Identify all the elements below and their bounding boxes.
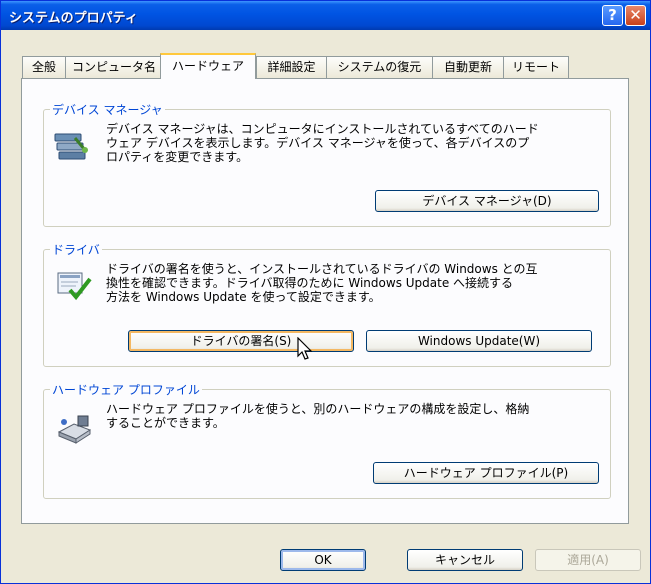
- close-icon[interactable]: ✕: [625, 5, 646, 26]
- tab-automatic-updates[interactable]: 自動更新: [432, 56, 504, 78]
- tab-hardware[interactable]: ハードウェア: [160, 53, 256, 79]
- tab-remote[interactable]: リモート: [503, 56, 569, 78]
- device-manager-group-title: デバイス マネージャ: [50, 101, 165, 118]
- windows-update-button[interactable]: Windows Update(W): [366, 330, 592, 352]
- hardware-profiles-description: ハードウェア プロファイルを使うと、別のハードウェアの構成を設定し、格納 するこ…: [106, 402, 530, 430]
- title-bar[interactable]: システムのプロパティ ? ✕: [1, 1, 650, 30]
- tab-advanced[interactable]: 詳細設定: [256, 56, 327, 78]
- driver-check-icon: [56, 270, 92, 302]
- driver-signing-button[interactable]: ドライバの署名(S): [128, 330, 354, 352]
- ok-button[interactable]: OK: [280, 549, 366, 571]
- device-manager-description: デバイス マネージャは、コンピュータにインストールされているすべてのハード ウェ…: [106, 122, 539, 164]
- tab-general[interactable]: 全般: [22, 56, 66, 78]
- hardware-profile-icon: [56, 412, 92, 444]
- hardware-tab-panel: デバイス マネージャ デバイス マネージャは、コンピュータにインストールされてい…: [21, 78, 629, 524]
- device-manager-icon: [53, 130, 89, 162]
- tab-computer-name[interactable]: コンピュータ名: [65, 56, 163, 78]
- cancel-button[interactable]: キャンセル: [407, 549, 523, 571]
- drivers-group-title: ドライバ: [50, 241, 102, 258]
- window-title: システムのプロパティ: [9, 11, 138, 26]
- mouse-pointer-icon: [296, 336, 316, 361]
- hardware-profiles-group-title: ハードウェア プロファイル: [50, 381, 202, 398]
- apply-button[interactable]: 適用(A): [535, 549, 641, 571]
- drivers-description: ドライバの署名を使うと、インストールされているドライバの Windows との互…: [106, 262, 538, 304]
- hardware-profiles-group: ハードウェア プロファイル ハードウェア プロファイルを使うと、別のハードウェア…: [43, 381, 611, 499]
- device-manager-button[interactable]: デバイス マネージャ(D): [375, 190, 599, 212]
- device-manager-group: デバイス マネージャ デバイス マネージャは、コンピュータにインストールされてい…: [43, 101, 611, 227]
- help-icon[interactable]: ?: [602, 5, 623, 26]
- hardware-profiles-button[interactable]: ハードウェア プロファイル(P): [373, 462, 599, 484]
- system-properties-window: システムのプロパティ ? ✕ 全般 コンピュータ名 ハードウェア 詳細設定 シス…: [0, 0, 651, 584]
- tab-system-restore[interactable]: システムの復元: [326, 56, 433, 78]
- drivers-group: ドライバ ドライバの署名を使うと、インストールされているドライバの Window…: [43, 241, 611, 367]
